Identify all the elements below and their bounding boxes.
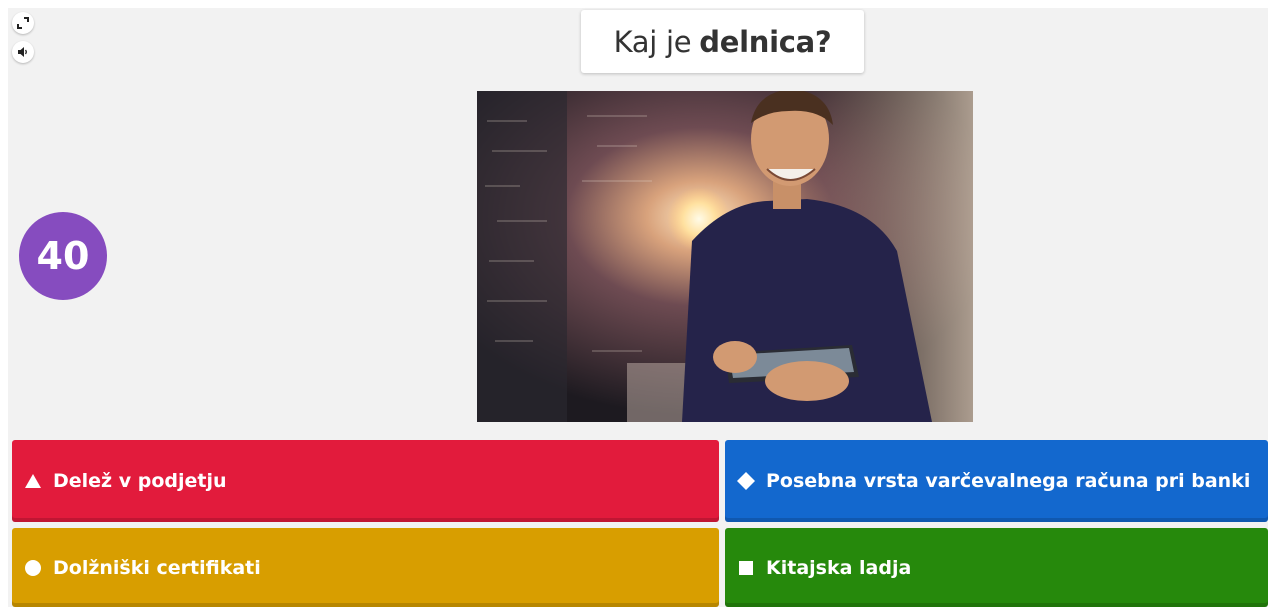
answer-label: Kitajska ladja	[766, 556, 912, 579]
game-stage: Kaj je delnica? 40 Delež v podjetju Pose…	[8, 8, 1268, 607]
diamond-icon	[737, 472, 755, 490]
countdown-timer: 40	[19, 212, 107, 300]
sound-button[interactable]	[12, 41, 34, 63]
answer-button-circle[interactable]: Dolžniški certifikati	[12, 528, 719, 607]
speaker-icon	[18, 47, 27, 57]
triangle-icon	[25, 474, 41, 488]
circle-icon	[25, 559, 41, 576]
answer-label: Posebna vrsta varčevalnega računa pri ba…	[766, 470, 1251, 492]
question-keyword: delnica?	[699, 24, 832, 59]
answer-label: Delež v podjetju	[53, 470, 227, 492]
question-title: Kaj je delnica?	[581, 10, 864, 73]
answer-label: Dolžniški certifikati	[53, 556, 261, 579]
question-prefix: Kaj je	[613, 24, 692, 59]
timer-seconds: 40	[36, 234, 90, 278]
answer-button-square[interactable]: Kitajska ladja	[725, 528, 1268, 607]
fullscreen-icon	[17, 17, 29, 29]
man-with-tablet-photo	[477, 91, 973, 422]
square-icon	[739, 560, 753, 575]
answer-button-diamond[interactable]: Posebna vrsta varčevalnega računa pri ba…	[725, 440, 1268, 522]
fullscreen-button[interactable]	[12, 12, 34, 34]
answer-button-triangle[interactable]: Delež v podjetju	[12, 440, 719, 522]
question-image	[477, 91, 973, 422]
